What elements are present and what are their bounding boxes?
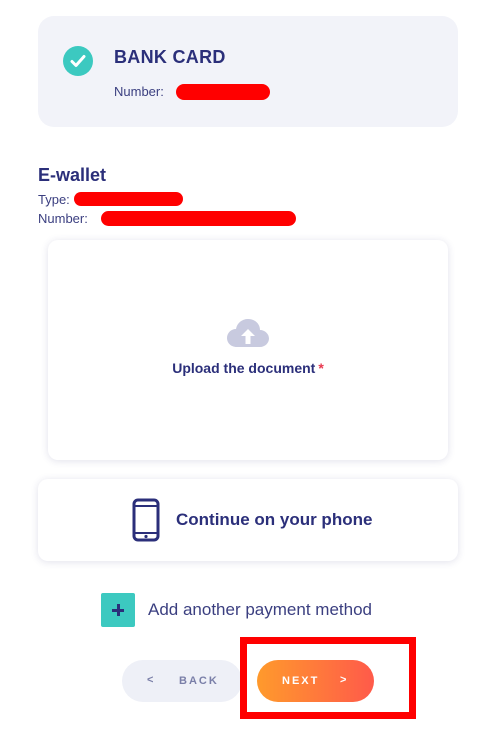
continue-on-phone-button[interactable]: Continue on your phone	[38, 479, 458, 561]
redaction-mark	[101, 211, 296, 226]
next-button-label: NEXT	[282, 675, 320, 687]
ewallet-title: E-wallet	[38, 165, 107, 185]
plus-icon[interactable]	[101, 593, 135, 627]
back-button[interactable]: < BACK	[122, 660, 242, 702]
bank-card-panel: BANK CARD Number:	[38, 16, 458, 127]
ewallet-number-label: Number:	[38, 211, 88, 226]
redaction-mark	[74, 192, 183, 206]
required-mark: *	[318, 360, 324, 376]
upload-document-label: Upload the document *	[48, 360, 448, 376]
chevron-right-icon: >	[340, 674, 349, 686]
redaction-mark	[176, 84, 270, 100]
upload-document-text: Upload the document	[172, 360, 316, 376]
add-payment-method-label: Add another payment method	[148, 600, 372, 619]
continue-on-phone-label: Continue on your phone	[176, 510, 373, 529]
smartphone-icon	[132, 498, 160, 542]
add-payment-method-button[interactable]: Add another payment method	[101, 593, 372, 627]
chevron-left-icon: <	[147, 674, 156, 686]
next-button[interactable]: NEXT >	[257, 660, 374, 702]
ewallet-type-label: Type:	[38, 192, 70, 207]
back-button-label: BACK	[179, 675, 219, 687]
check-circle-icon	[63, 46, 93, 76]
cloud-upload-icon	[227, 319, 269, 347]
upload-document-dropzone[interactable]: Upload the document *	[48, 240, 448, 460]
bank-card-number-label: Number:	[114, 84, 164, 99]
bank-card-title: BANK CARD	[114, 47, 226, 67]
